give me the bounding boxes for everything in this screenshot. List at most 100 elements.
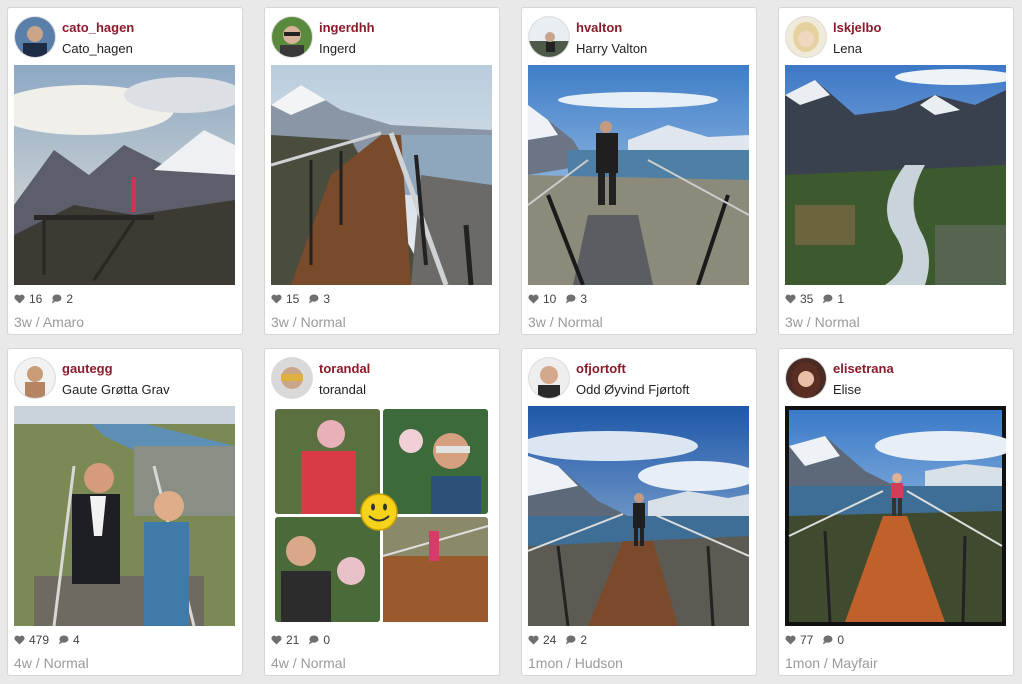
post-photo[interactable] xyxy=(528,406,749,626)
like-count-value: 10 xyxy=(543,292,557,306)
comment-count[interactable]: 3 xyxy=(308,292,330,306)
like-count[interactable]: 24 xyxy=(528,633,556,647)
comment-count[interactable]: 3 xyxy=(565,292,587,306)
stats-row: 15 3 xyxy=(271,292,339,306)
full-name: torandal xyxy=(319,382,366,397)
username-link[interactable]: ofjortoft xyxy=(576,361,626,376)
username-link[interactable]: ingerdhh xyxy=(319,20,375,35)
heart-icon xyxy=(271,294,282,304)
post-age: 1mon xyxy=(528,655,564,671)
speech-bubble-icon xyxy=(566,635,576,645)
full-name: Gaute Grøtta Grav xyxy=(62,382,170,397)
like-count[interactable]: 16 xyxy=(14,292,42,306)
username-link[interactable]: gautegg xyxy=(62,361,113,376)
post-meta: 3w / Normal xyxy=(528,314,603,330)
full-name: Elise xyxy=(833,382,862,397)
comment-count[interactable]: 1 xyxy=(822,292,844,306)
comment-count[interactable]: 0 xyxy=(308,633,330,647)
meta-separator: / xyxy=(31,314,43,330)
photo-card: gautegg Gaute Grøtta Grav 479 4 4w / Nor… xyxy=(7,348,243,676)
comment-count-value: 1 xyxy=(837,292,845,306)
photo-card: cato_hagen Cato_hagen 16 2 3w / Amaro xyxy=(7,7,243,335)
avatar[interactable] xyxy=(529,358,569,398)
post-meta: 4w / Normal xyxy=(271,655,346,671)
comment-count-value: 0 xyxy=(837,633,845,647)
photo-card: ofjortoft Odd Øyvind Fjørtoft 24 2 1mon … xyxy=(521,348,757,676)
heart-icon xyxy=(528,635,539,645)
post-age: 3w xyxy=(785,314,803,330)
comment-count[interactable]: 4 xyxy=(58,633,80,647)
full-name: Odd Øyvind Fjørtoft xyxy=(576,382,690,397)
meta-separator: / xyxy=(820,655,832,671)
comment-count-value: 2 xyxy=(66,292,74,306)
photo-card: torandal torandal 21 0 4w / Normal xyxy=(264,348,500,676)
post-age: 3w xyxy=(14,314,32,330)
like-count[interactable]: 35 xyxy=(785,292,813,306)
avatar[interactable] xyxy=(15,17,55,57)
post-photo[interactable] xyxy=(271,406,492,626)
filter-name: Normal xyxy=(814,314,860,330)
like-count-value: 24 xyxy=(543,633,557,647)
heart-icon xyxy=(271,635,282,645)
post-photo[interactable] xyxy=(785,65,1006,285)
like-count-value: 16 xyxy=(29,292,43,306)
post-photo[interactable] xyxy=(14,65,235,285)
post-photo[interactable] xyxy=(785,406,1006,626)
photo-grid: cato_hagen Cato_hagen 16 2 3w / Amaro in… xyxy=(0,0,1022,684)
meta-separator: / xyxy=(545,314,558,330)
avatar[interactable] xyxy=(529,17,569,57)
photo-card: elisetrana Elise 77 0 1mon / Mayfair xyxy=(778,348,1014,676)
full-name: Harry Valton xyxy=(576,41,648,56)
comment-count-value: 4 xyxy=(73,633,80,647)
speech-bubble-icon xyxy=(52,294,62,304)
post-photo[interactable] xyxy=(528,65,749,285)
username-link[interactable]: elisetrana xyxy=(833,361,894,376)
post-meta: 3w / Amaro xyxy=(14,314,84,330)
username-link[interactable]: hvalton xyxy=(576,20,622,35)
avatar[interactable] xyxy=(272,358,312,398)
speech-bubble-icon xyxy=(566,294,576,304)
username-link[interactable]: torandal xyxy=(319,361,370,376)
avatar[interactable] xyxy=(272,17,312,57)
like-count[interactable]: 77 xyxy=(785,633,813,647)
post-age: 4w xyxy=(271,655,289,671)
full-name: Lena xyxy=(833,41,862,56)
avatar[interactable] xyxy=(15,358,55,398)
like-count-value: 21 xyxy=(286,633,300,647)
username-link[interactable]: lskjelbo xyxy=(833,20,881,35)
photo-card: hvalton Harry Valton 10 3 3w / Normal xyxy=(521,7,757,335)
meta-separator: / xyxy=(288,655,301,671)
heart-icon xyxy=(528,294,539,304)
avatar[interactable] xyxy=(786,358,826,398)
like-count[interactable]: 15 xyxy=(271,292,299,306)
avatar[interactable] xyxy=(786,17,826,57)
filter-name: Mayfair xyxy=(831,655,878,671)
post-meta: 4w / Normal xyxy=(14,655,89,671)
like-count[interactable]: 10 xyxy=(528,292,556,306)
stats-row: 479 4 xyxy=(14,633,89,647)
comment-count[interactable]: 2 xyxy=(565,633,587,647)
photo-card: lskjelbo Lena 35 1 3w / Normal xyxy=(778,7,1014,335)
meta-separator: / xyxy=(288,314,301,330)
stats-row: 21 0 xyxy=(271,633,339,647)
like-count-value: 15 xyxy=(286,292,300,306)
heart-icon xyxy=(785,294,796,304)
post-meta: 3w / Normal xyxy=(785,314,860,330)
filter-name: Hudson xyxy=(574,655,623,671)
speech-bubble-icon xyxy=(309,635,319,645)
like-count[interactable]: 21 xyxy=(271,633,299,647)
like-count[interactable]: 479 xyxy=(14,633,49,647)
post-photo[interactable] xyxy=(14,406,235,626)
photo-card: ingerdhh Ingerd 15 3 3w / Normal xyxy=(264,7,500,335)
like-count-value: 77 xyxy=(800,633,814,647)
username-link[interactable]: cato_hagen xyxy=(62,20,134,35)
speech-bubble-icon xyxy=(823,635,833,645)
post-photo[interactable] xyxy=(271,65,492,285)
comment-count-value: 3 xyxy=(580,292,588,306)
stats-row: 35 1 xyxy=(785,292,853,306)
post-age: 3w xyxy=(528,314,546,330)
comment-count[interactable]: 2 xyxy=(51,292,73,306)
post-meta: 1mon / Hudson xyxy=(528,655,623,671)
comment-count[interactable]: 0 xyxy=(822,633,844,647)
stats-row: 10 3 xyxy=(528,292,596,306)
